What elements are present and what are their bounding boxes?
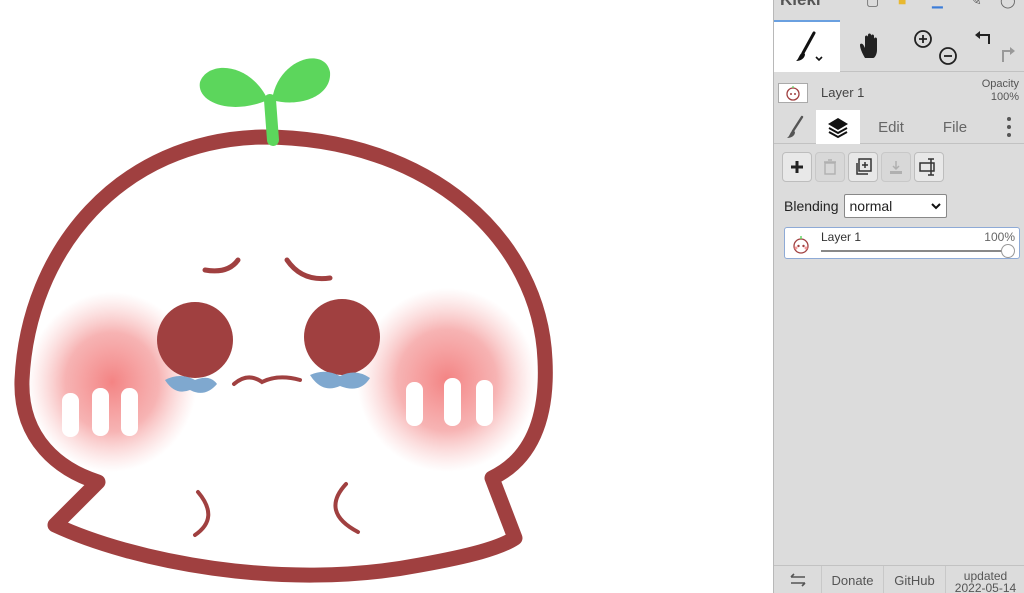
blending-select[interactable]: normal xyxy=(843,194,947,218)
layer-opacity-slider[interactable] xyxy=(821,250,1007,252)
brush-icon xyxy=(787,115,804,138)
layer-list-item[interactable]: Layer 1 100% xyxy=(784,227,1020,259)
cheek-marks-left xyxy=(62,388,138,437)
merge-down-button[interactable] xyxy=(881,152,911,182)
blending-value: normal xyxy=(849,198,893,214)
zoom-in-icon[interactable] xyxy=(914,30,932,48)
tab-edit[interactable]: Edit xyxy=(860,110,922,144)
drawing-canvas[interactable] xyxy=(0,0,773,593)
current-layer-info: Layer 1 Opacity 100% xyxy=(774,73,1024,110)
blending-label: Blending xyxy=(784,198,839,214)
swap-icon xyxy=(789,573,806,587)
donate-link[interactable]: Donate xyxy=(822,566,884,593)
zoom-icons xyxy=(914,30,957,65)
undo-redo-icons xyxy=(974,31,1015,62)
sprout-leaf-right xyxy=(272,58,331,103)
current-layer-opacity: Opacity 100% xyxy=(982,78,1019,104)
zoom-out-icon[interactable] xyxy=(939,47,957,65)
save-icon[interactable]: ▁ xyxy=(932,0,943,9)
delete-layer-button[interactable] xyxy=(815,152,845,182)
tab-file[interactable]: File xyxy=(924,110,986,144)
undo-icon[interactable] xyxy=(974,31,990,44)
sprout-stem xyxy=(264,94,279,146)
opacity-value: 100% xyxy=(990,91,1019,103)
sprout-leaf-left xyxy=(199,67,268,107)
blending-row: Blending normal xyxy=(784,194,947,218)
swap-side-button[interactable] xyxy=(774,566,822,593)
layers-icon xyxy=(828,118,848,139)
more-vertical-icon xyxy=(1007,117,1011,137)
add-layer-icon xyxy=(791,161,803,173)
zoom-buttons xyxy=(902,20,964,72)
cheek-marks-right xyxy=(406,378,493,426)
tab-layers[interactable] xyxy=(816,110,860,144)
side-panel: Kleki ▢ ■ ▁ ✎ ◯ xyxy=(773,0,1024,593)
undo-redo-buttons xyxy=(964,20,1024,72)
brush-tool-icon xyxy=(796,31,823,62)
add-layer-button[interactable] xyxy=(782,152,812,182)
eye-left xyxy=(157,302,233,378)
duplicate-layer-icon xyxy=(856,158,872,175)
folder-icon[interactable]: ■ xyxy=(898,0,906,8)
hand-icon xyxy=(860,33,877,58)
layer-item-thumbnail xyxy=(793,236,809,254)
updated-info: updated 2022-05-14 xyxy=(946,566,1024,593)
settings-icon[interactable]: ✎ xyxy=(970,0,982,9)
rename-layer-icon xyxy=(919,158,935,176)
top-toolbar-strip: Kleki ▢ ■ ▁ ✎ ◯ xyxy=(774,0,1024,20)
eye-right xyxy=(304,299,380,375)
opacity-label: Opacity xyxy=(981,78,1019,90)
rename-layer-button[interactable] xyxy=(914,152,944,182)
merge-down-icon xyxy=(890,161,902,174)
github-link[interactable]: GitHub xyxy=(884,566,946,593)
hand-tool-button[interactable] xyxy=(840,20,902,72)
current-layer-name: Layer 1 xyxy=(821,85,865,100)
panel-footer: Donate GitHub updated 2022-05-14 xyxy=(774,565,1024,593)
app-logo: Kleki xyxy=(780,0,821,10)
brush-tool-button[interactable] xyxy=(774,20,840,72)
chevron-down-icon xyxy=(930,203,941,210)
app-root: Kleki ▢ ■ ▁ ✎ ◯ xyxy=(0,0,1024,593)
panel-tabs: Edit File xyxy=(774,110,1024,144)
tab-more[interactable] xyxy=(994,110,1024,144)
layer-item-name: Layer 1 xyxy=(821,230,862,244)
delete-layer-icon xyxy=(824,159,836,175)
canvas-drawing xyxy=(14,58,553,583)
help-icon[interactable]: ◯ xyxy=(1000,0,1016,9)
tool-row xyxy=(774,20,1024,72)
new-image-icon[interactable]: ▢ xyxy=(866,0,879,9)
updated-label: updated xyxy=(963,568,1008,583)
updated-date: 2022-05-14 xyxy=(954,580,1017,593)
duplicate-layer-button[interactable] xyxy=(848,152,878,182)
redo-icon[interactable] xyxy=(1001,47,1015,62)
tab-brush[interactable] xyxy=(774,110,816,144)
layer-opacity-slider-handle[interactable] xyxy=(1001,244,1015,258)
layer-item-opacity: 100% xyxy=(984,230,1015,244)
layer-thumbnail xyxy=(778,83,808,103)
